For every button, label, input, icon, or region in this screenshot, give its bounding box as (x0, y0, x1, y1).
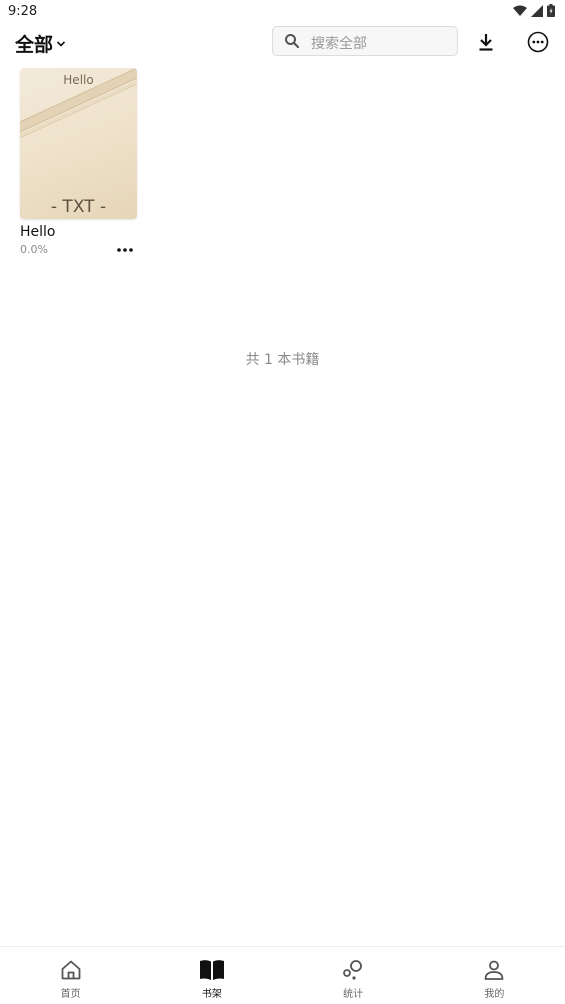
book-open-icon (199, 957, 225, 983)
person-icon (481, 957, 507, 983)
more-circle-icon (527, 31, 549, 53)
battery-icon (547, 4, 555, 17)
status-icons (513, 4, 555, 17)
status-bar: 9:28 (0, 0, 565, 24)
nav-label-profile: 我的 (484, 989, 505, 1000)
filter-label: 全部 (15, 34, 54, 56)
bottom-nav: 首页 书架 统计 我的 (0, 946, 565, 1004)
filter-dropdown[interactable]: 全部 (15, 30, 66, 57)
more-options-button[interactable] (524, 28, 552, 56)
book-cover[interactable]: Hello - TXT - (20, 68, 137, 219)
nav-item-profile[interactable]: 我的 (424, 947, 565, 1004)
status-time: 9:28 (8, 4, 38, 19)
book-card[interactable]: Hello - TXT - Hello 0.0% (20, 68, 137, 260)
nav-item-bookshelf[interactable]: 书架 (141, 947, 282, 1004)
nav-label-stats: 统计 (343, 989, 364, 1000)
signal-icon (531, 4, 543, 17)
ellipsis-icon (117, 248, 133, 252)
search-placeholder: 搜索全部 (311, 36, 367, 52)
bookshelf-screen: 9:28 全部 搜索全部 Hello - TXT - Hello 0.0% 共 … (0, 0, 565, 1004)
nav-item-home[interactable]: 首页 (0, 947, 141, 1004)
home-icon (58, 957, 84, 983)
nav-label-bookshelf: 书架 (201, 989, 222, 1000)
book-progress: 0.0% (20, 243, 48, 256)
cover-format-label: - TXT - (50, 197, 107, 217)
search-input[interactable]: 搜索全部 (272, 26, 458, 56)
chevron-down-icon (56, 40, 66, 47)
toolbar: 全部 搜索全部 (0, 24, 565, 60)
book-meta: 0.0% (20, 242, 137, 260)
book-more-button[interactable] (114, 242, 136, 258)
book-title: Hello (20, 224, 56, 240)
download-icon (479, 34, 493, 51)
download-button[interactable] (472, 28, 500, 56)
nav-item-stats[interactable]: 统计 (283, 947, 424, 1004)
search-icon (285, 34, 300, 49)
book-count-label: 共 1 本书籍 (245, 352, 320, 368)
nav-label-home: 首页 (60, 989, 81, 1000)
bubbles-icon (340, 957, 366, 983)
cover-title: Hello (63, 73, 94, 87)
wifi-icon (513, 5, 527, 16)
